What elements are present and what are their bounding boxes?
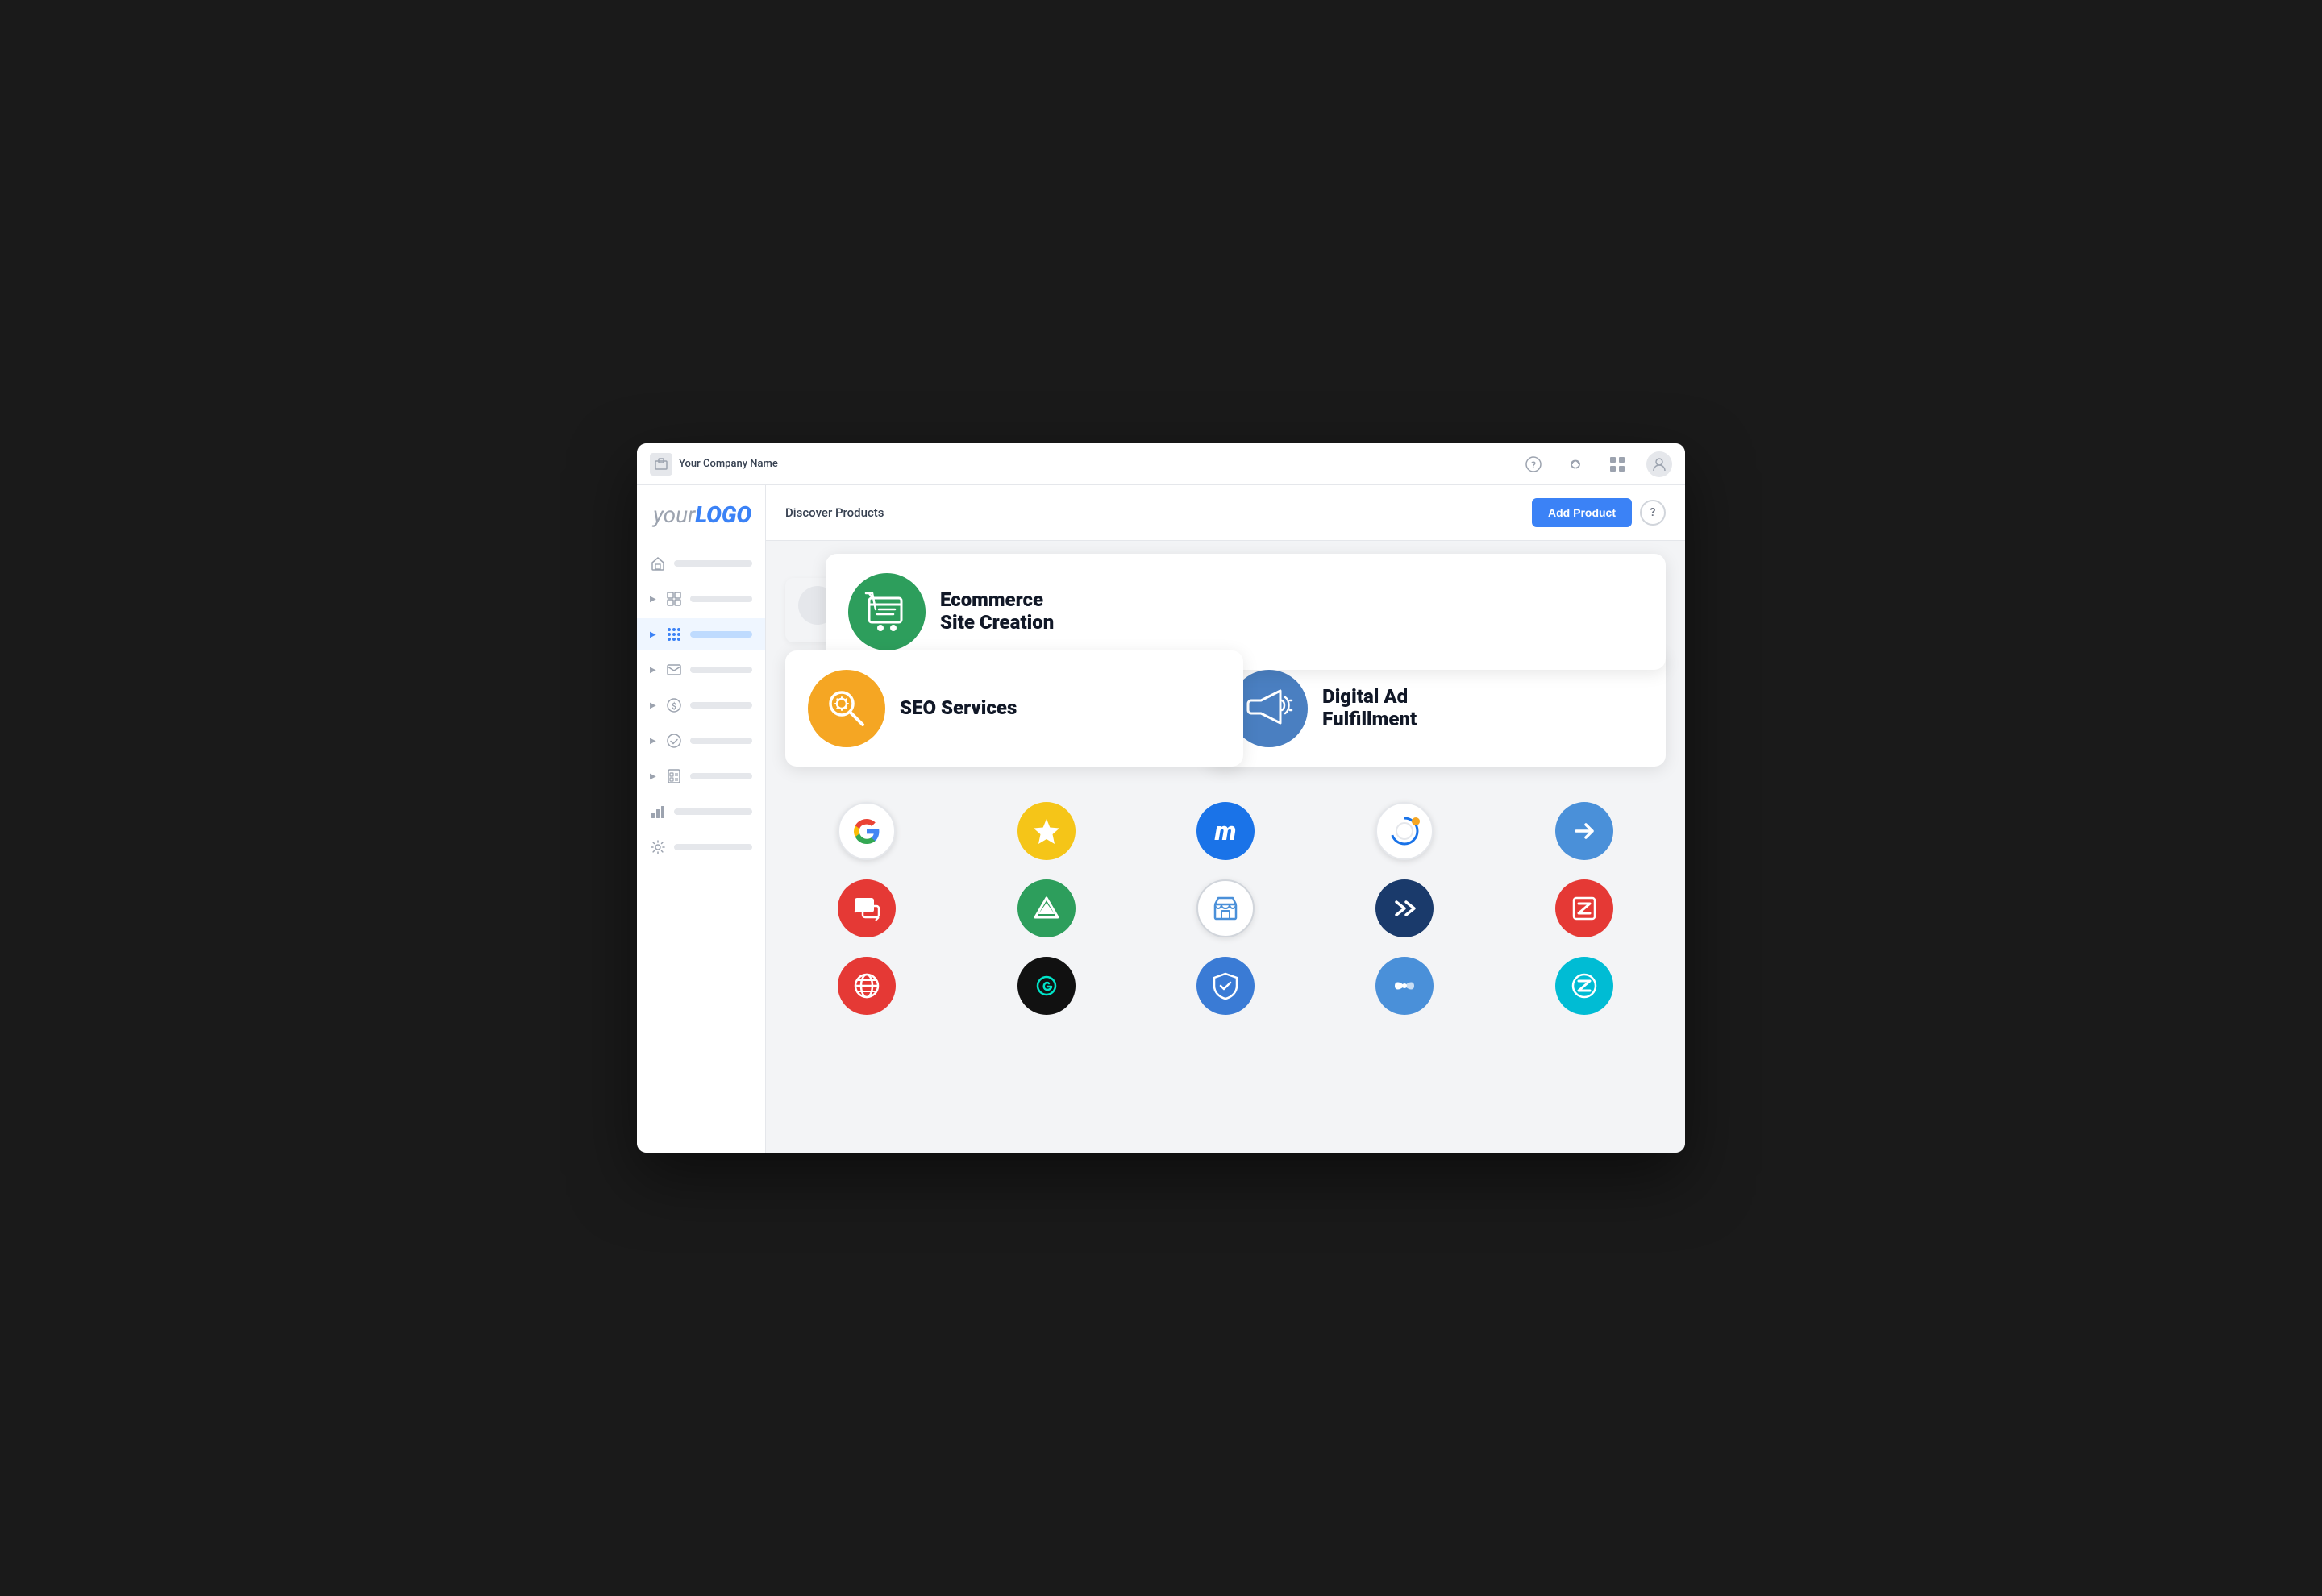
sidebar-label-grid (690, 596, 752, 602)
sidebar-label-apps (690, 631, 752, 638)
digital-ad-title: Digital AdFulfillment (1322, 686, 1417, 730)
exchange-blue-icon-item[interactable] (1323, 957, 1486, 1015)
sidebar-item-dollar[interactable]: ▶ $ (637, 689, 765, 721)
sidebar-item-grid[interactable]: ▶ (637, 583, 765, 615)
sidebar-item-mail[interactable]: ▶ (637, 654, 765, 686)
chat-red-icon-item[interactable] (785, 879, 948, 937)
logo-area: yourLOGO (637, 501, 765, 547)
triangle-green-icon-item[interactable] (964, 879, 1127, 937)
logo-text: yourLOGO (653, 501, 751, 528)
store-icon (1196, 879, 1255, 937)
grid2-icon (666, 591, 682, 607)
products-content: EcommerceSite Creation (766, 541, 1685, 1153)
arrow-apps: ▶ (650, 630, 656, 639)
z-teal-icon (1555, 957, 1613, 1015)
service-icons-grid: m (766, 796, 1685, 1034)
google-icon-item[interactable] (785, 802, 948, 860)
arrow-mail: ▶ (650, 666, 656, 675)
app-window: Your Company Name ? (637, 443, 1685, 1153)
top-bar-left: Your Company Name (650, 453, 778, 476)
store-icon-item[interactable] (1144, 879, 1307, 937)
g-script-icon (1017, 957, 1076, 1015)
moz-icon: m (1196, 802, 1255, 860)
sidebar-item-check[interactable]: ▶ (637, 725, 765, 757)
sidebar-label-mail (690, 667, 752, 673)
main-layout: yourLOGO ▶ (637, 485, 1685, 1153)
g-script-icon-item[interactable] (964, 957, 1127, 1015)
company-icon (650, 453, 672, 476)
globe-red-icon (838, 957, 896, 1015)
infinity-icon[interactable] (1563, 451, 1588, 477)
arrow-blue-icon (1555, 802, 1613, 860)
check-icon (666, 733, 682, 749)
arrow-check: ▶ (650, 737, 656, 746)
ci-orange-icon (1375, 802, 1434, 860)
ecommerce-title: EcommerceSite Creation (940, 589, 1054, 634)
add-product-button[interactable]: Add Product (1532, 498, 1632, 527)
user-avatar[interactable] (1646, 451, 1672, 477)
z-teal-icon-item[interactable] (1503, 957, 1666, 1015)
sidebar-label-check (690, 738, 752, 744)
star-yellow-icon-item[interactable] (964, 802, 1127, 860)
content-area: Discover Products Add Product ? (766, 485, 1685, 1153)
top-bar-right: ? (1521, 451, 1672, 477)
header-right: Add Product ? (1532, 498, 1666, 527)
arrow-report: ▶ (650, 772, 656, 781)
products-header: Discover Products Add Product ? (766, 485, 1685, 541)
svg-text:$: $ (672, 701, 676, 712)
google-icon (838, 802, 896, 860)
chat-red-icon (838, 879, 896, 937)
z-red-icon (1555, 879, 1613, 937)
featured-products-area: EcommerceSite Creation (785, 554, 1666, 779)
arrow-grid: ▶ (650, 595, 656, 604)
sidebar-item-chart[interactable] (637, 796, 765, 828)
sidebar-item-settings[interactable] (637, 831, 765, 863)
sidebar-item-apps[interactable]: ▶ (637, 618, 765, 650)
home-icon (650, 555, 666, 571)
star-yellow-icon (1017, 802, 1076, 860)
shield-blue-icon (1196, 957, 1255, 1015)
exchange-blue-icon (1375, 957, 1434, 1015)
help-button[interactable]: ? (1640, 500, 1666, 526)
sidebar-item-report[interactable]: ▶ (637, 760, 765, 792)
z-red-icon-item[interactable] (1503, 879, 1666, 937)
ecommerce-icon (848, 573, 926, 650)
seo-title: SEO Services (900, 697, 1017, 720)
settings-icon (650, 839, 666, 855)
shield-blue-icon-item[interactable] (1144, 957, 1307, 1015)
chevron-blue-icon (1375, 879, 1434, 937)
apps-icon (666, 626, 682, 642)
help-icon[interactable]: ? (1521, 451, 1546, 477)
discover-label: Discover Products (785, 505, 884, 520)
arrow-dollar: ▶ (650, 701, 656, 710)
grid-icon[interactable] (1604, 451, 1630, 477)
chevron-blue-icon-item[interactable] (1323, 879, 1486, 937)
report-icon (666, 768, 682, 784)
triangle-green-icon (1017, 879, 1076, 937)
seo-card[interactable]: SEO Services (785, 650, 1243, 767)
moz-icon-item[interactable]: m (1144, 802, 1307, 860)
mail-icon (666, 662, 682, 678)
ci-orange-icon-item[interactable] (1323, 802, 1486, 860)
sidebar-label-report (690, 773, 752, 779)
sidebar: yourLOGO ▶ (637, 485, 766, 1153)
sidebar-label-home (674, 560, 752, 567)
svg-text:?: ? (1531, 459, 1536, 471)
sidebar-label-dollar (690, 702, 752, 709)
company-name-label: Your Company Name (679, 458, 778, 470)
sidebar-nav: ▶ ▶ (637, 547, 765, 863)
chart-icon (650, 804, 666, 820)
top-bar: Your Company Name ? (637, 443, 1685, 485)
seo-icon (808, 670, 885, 747)
sidebar-label-settings (674, 844, 752, 850)
globe-red-icon-item[interactable] (785, 957, 948, 1015)
sidebar-item-home[interactable] (637, 547, 765, 580)
arrow-blue-icon-item[interactable] (1503, 802, 1666, 860)
dollar-icon: $ (666, 697, 682, 713)
sidebar-label-chart (674, 808, 752, 815)
